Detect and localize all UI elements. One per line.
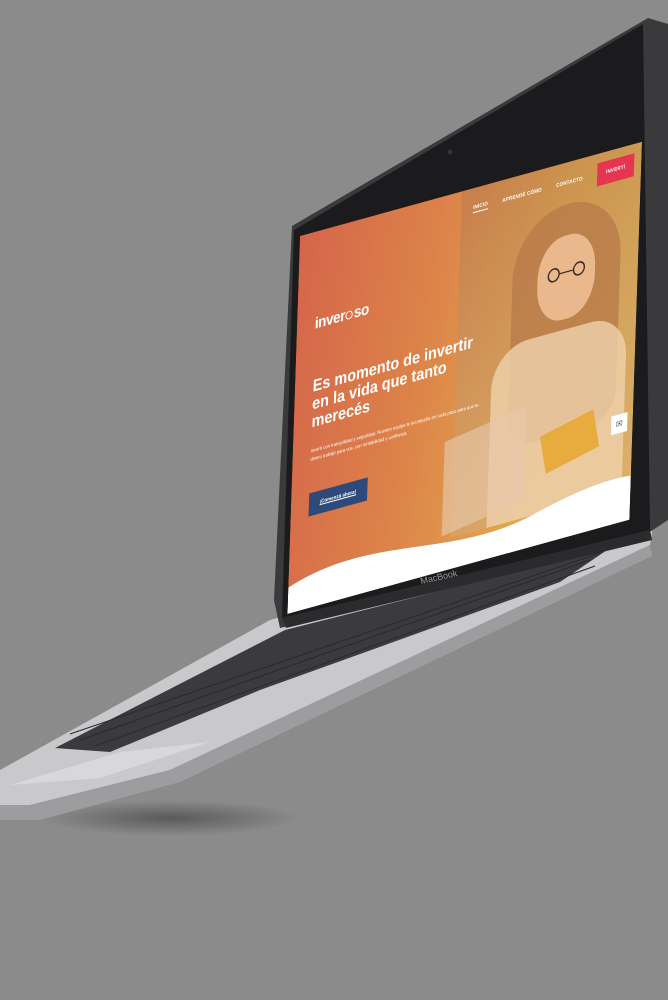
logo-text-right: so (353, 300, 370, 323)
logo-text-left: inver (314, 306, 346, 333)
nav-item-aprende[interactable]: APRENDÉ CÓMO (502, 187, 542, 204)
logo[interactable]: inver so (315, 300, 369, 333)
invierte-button[interactable]: INVERTÍ (596, 153, 635, 187)
camera (447, 149, 453, 155)
nav-item-contacto[interactable]: CONTACTO (556, 176, 583, 190)
hero-cta-button[interactable]: ¡Comenzá ahora! (308, 477, 368, 517)
logo-mark-icon (345, 309, 354, 321)
nav-item-inicio[interactable]: INICIO (472, 200, 489, 214)
